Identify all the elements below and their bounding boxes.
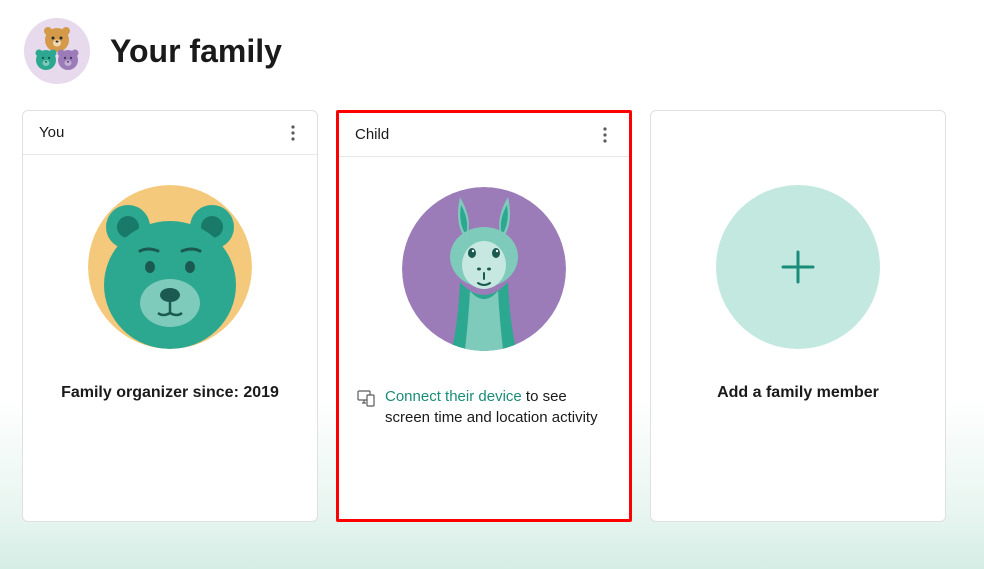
more-vertical-icon [603,127,607,143]
description-text: Connect their device to see screen time … [385,386,611,428]
card-body: Connect their device to see screen time … [339,157,629,519]
connect-device-description: Connect their device to see screen time … [339,386,629,428]
plus-icon [779,248,817,286]
card-header: You [23,111,317,155]
add-member-label: Add a family member [717,384,879,402]
card-add-member[interactable]: Add a family member [650,110,946,522]
card-body: Add a family member [651,111,945,521]
more-vertical-icon [291,125,295,141]
card-header: Child [339,113,629,157]
card-body: Family organizer since: 2019 [23,155,317,521]
card-child[interactable]: Child [336,110,632,522]
card-title: You [39,124,64,141]
devices-icon [357,389,375,407]
organizer-since-label: Family organizer since: 2019 [61,384,279,402]
page-title: Your family [110,33,282,70]
bear-avatar-icon [88,185,252,349]
more-options-button[interactable] [285,119,301,147]
connect-device-link[interactable]: Connect their device [385,388,522,405]
llama-avatar-icon [402,187,566,351]
family-logo-icon [24,18,90,84]
add-avatar[interactable] [716,185,880,349]
card-you[interactable]: You [22,110,318,522]
page-header: Your family [0,0,984,94]
cards-container: You [0,94,984,538]
more-options-button[interactable] [597,121,613,149]
card-title: Child [355,126,389,143]
